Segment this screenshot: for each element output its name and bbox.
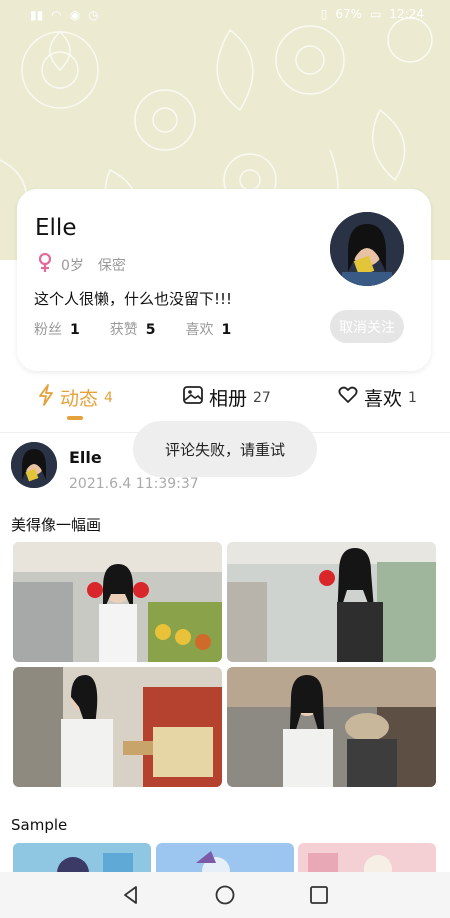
status-bar: ▮▮ ◠ ◉ ◷ ▯ 67% ▭ 12:24 [0,0,450,30]
system-navigation-bar [0,872,450,918]
female-icon [37,252,53,277]
post-photo-3[interactable] [13,667,222,787]
stat-likes-received[interactable]: 获赞 5 [110,319,156,339]
post-author-avatar[interactable] [11,442,57,488]
alarm-icon: ◷ [88,8,99,22]
toast-message: 评论失败，请重试 [133,421,317,477]
profile-card: Elle 0岁 保密 这个人很懒，什么也没留下!!! 粉丝 1 获赞 5 喜欢 1 取… [17,189,431,371]
image-icon [183,386,203,409]
profile-stats: 粉丝 1 获赞 5 喜欢 1 [34,319,261,339]
clock: 12:24 [389,7,424,21]
back-icon[interactable] [120,884,142,906]
wifi-icon: ◠ [51,8,62,22]
post-author-name[interactable]: Elle [69,448,102,467]
profile-bio: 这个人很懒，什么也没留下!!! [34,290,233,308]
tab-moments[interactable]: 动态 4 [38,384,113,411]
active-tab-indicator [67,416,83,420]
avatar[interactable] [330,212,404,286]
profile-meta: 0岁 保密 [37,252,126,277]
stat-likes[interactable]: 喜欢 1 [186,319,232,339]
recents-icon[interactable] [308,884,330,906]
unfollow-button[interactable]: 取消关注 [330,310,404,343]
stat-followers[interactable]: 粉丝 1 [34,319,80,339]
lightning-icon [38,384,54,411]
post-photo-1[interactable] [13,542,222,662]
tab-album[interactable]: 相册 27 [183,384,271,411]
privacy-label: 保密 [97,258,126,274]
post-text: 美得像一幅画 [11,516,102,534]
vibrate-icon: ▯ [320,7,328,21]
heart-icon [338,386,358,409]
section-title: Sample [11,816,68,834]
battery-percent: 67% [335,7,363,21]
signal-icon: ▮▮ [30,8,44,22]
post-photo-4[interactable] [227,667,436,787]
post-timestamp: 2021.6.4 11:39:37 [69,476,199,492]
eye-icon: ◉ [69,8,81,22]
tab-likes[interactable]: 喜欢 1 [338,384,417,411]
post-photo-2[interactable] [227,542,436,662]
profile-name: Elle [35,215,77,241]
home-icon[interactable] [214,884,236,906]
age-label: 0岁 [61,258,84,274]
battery-icon: ▭ [370,7,382,21]
